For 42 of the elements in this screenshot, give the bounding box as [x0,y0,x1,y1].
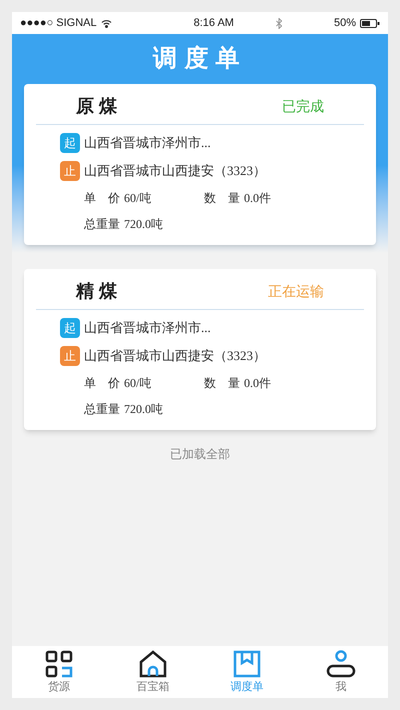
start-tag: 起 [60,133,80,153]
battery-text: 50% [334,16,356,31]
quantity-label: 数 量 [204,190,240,207]
quantity-label: 数 量 [204,375,240,392]
tab-item[interactable]: 货源 [12,648,106,696]
signal-text: ●●●●○ SIGNAL [20,16,97,31]
end-tag: 止 [60,161,80,181]
start-tag: 起 [60,318,80,338]
order-status: 正在运输 [268,282,324,301]
home-icon [138,648,168,679]
battery-icon [360,18,380,28]
time-text: 8:16 AM [194,16,234,31]
price-value: 60/吨 [124,375,152,392]
user-icon [326,648,356,679]
quantity-value: 0.0件 [244,375,271,392]
price-label: 单 价 [84,375,120,392]
start-address: 山西省晋城市泽州市... [84,319,211,338]
order-card[interactable]: 原 煤 已完成 起 山西省晋城市泽州市... 止 山西省晋城市山西捷安（3323） 单 价 60/吨 数 量 0.0件 总重量 720.0吨 [24,84,376,245]
weight-value: 720.0吨 [124,401,163,418]
box-icon [232,648,262,679]
bluetooth-icon [276,18,282,28]
end-address: 山西省晋城市山西捷安（3323） [84,162,266,180]
load-complete-text: 已加载全部 [170,446,230,462]
weight-label: 总重量 [84,216,120,233]
tab-item[interactable]: 调度单 [200,648,294,696]
wifi-icon [100,18,112,28]
tab-item[interactable]: 百宝箱 [106,648,200,696]
order-card[interactable]: 精 煤 正在运输 起 山西省晋城市泽州市... 止 山西省晋城市山西捷安（3323） 单 价 60/吨 数 量 0.0件 总重量 720.0吨 [24,269,376,430]
quantity-value: 0.0件 [244,190,271,207]
start-address: 山西省晋城市泽州市... [84,134,211,152]
tab-item[interactable]: 我 [294,648,388,696]
order-title: 精 煤 [76,280,118,303]
grid-icon [44,648,74,679]
order-title: 原 煤 [76,95,118,118]
end-tag: 止 [60,346,80,366]
order-status: 已完成 [282,97,324,116]
weight-label: 总重量 [84,401,120,418]
weight-value: 720.0吨 [124,216,163,233]
price-value: 60/吨 [124,190,152,207]
price-label: 单 价 [84,190,120,207]
page-title: 调度单 [153,44,247,74]
end-address: 山西省晋城市山西捷安（3323） [84,347,266,366]
